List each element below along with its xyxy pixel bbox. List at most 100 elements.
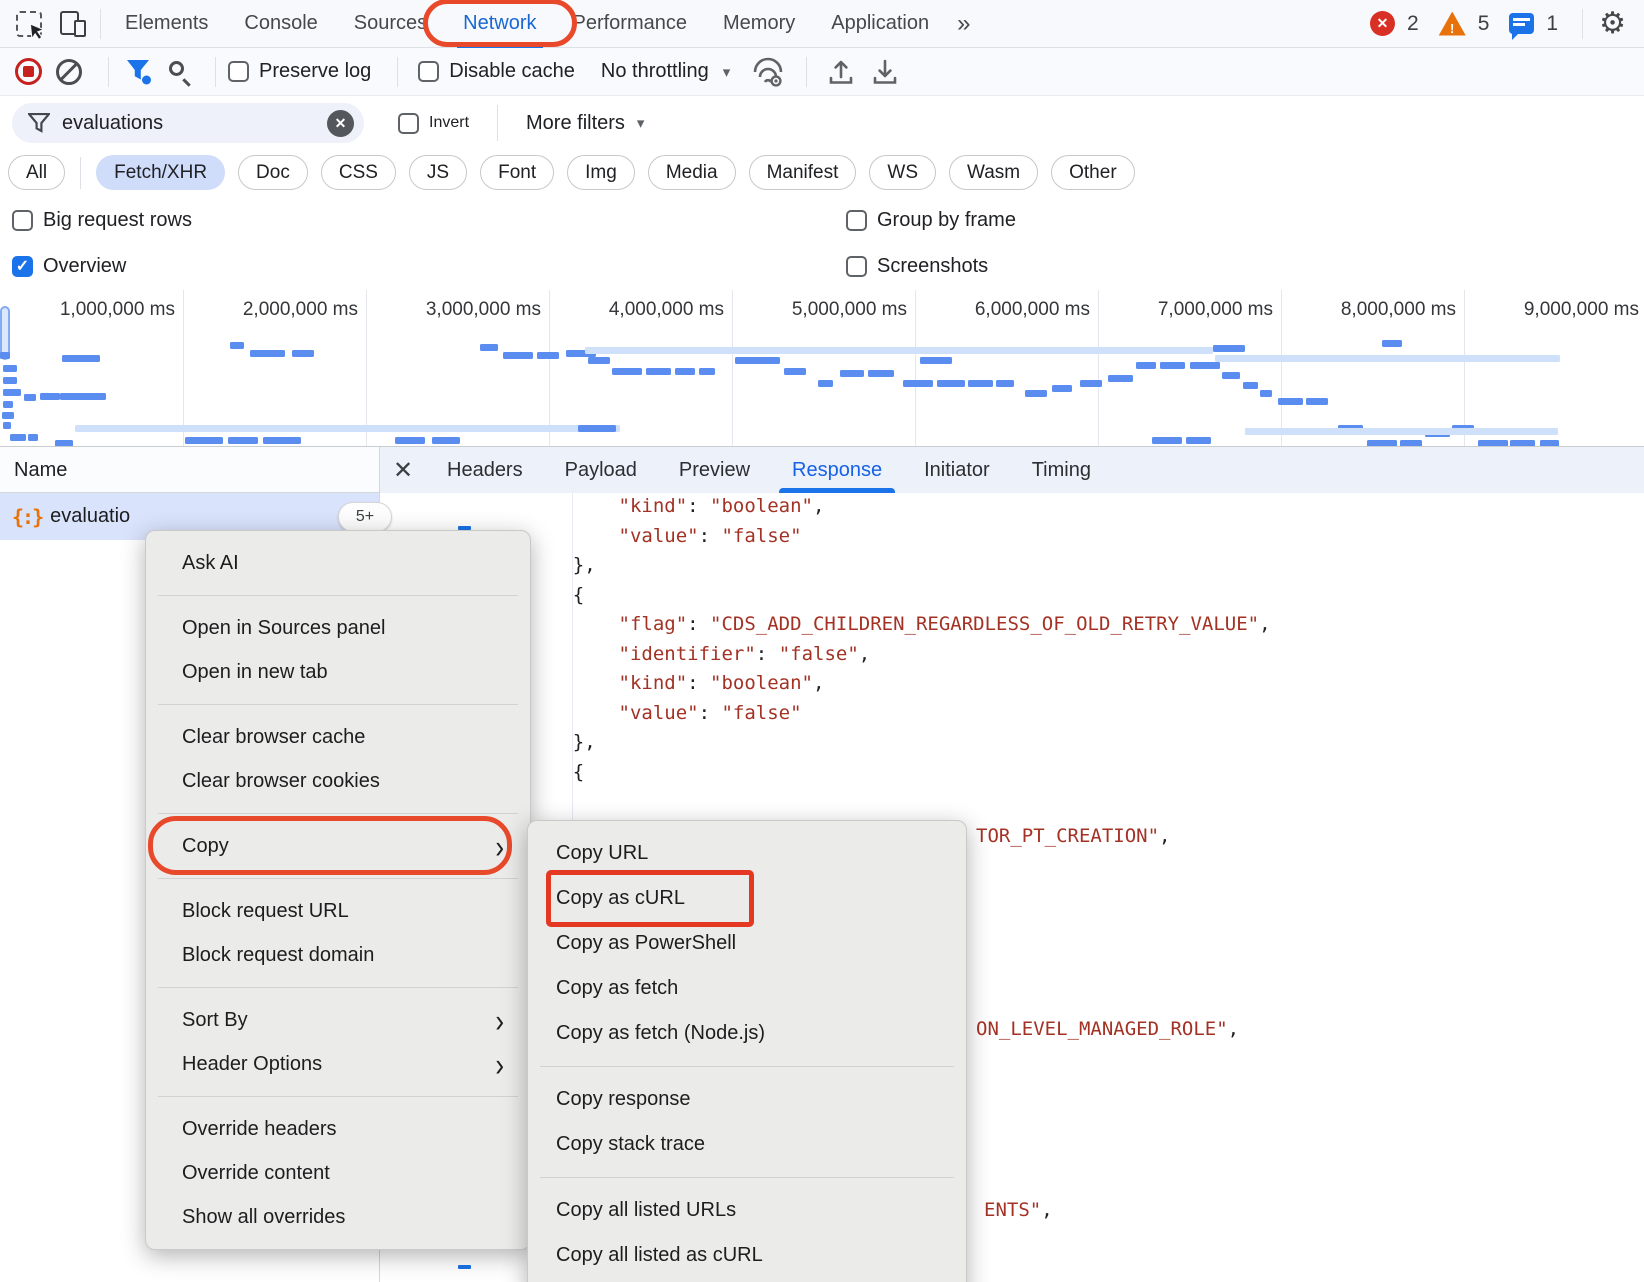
menu-item-block-request-domain[interactable]: Block request domain bbox=[146, 933, 530, 977]
menu-item-sort-by[interactable]: Sort By› bbox=[146, 998, 530, 1042]
menu-item-override-content[interactable]: Override content bbox=[146, 1151, 530, 1195]
waterfall-bar bbox=[3, 422, 11, 429]
name-column-header[interactable]: Name bbox=[14, 447, 67, 493]
clear-filter-icon[interactable]: ✕ bbox=[327, 110, 354, 137]
chip-img[interactable]: Img bbox=[567, 155, 635, 190]
waterfall-bar bbox=[1186, 437, 1211, 444]
detail-tab-timing[interactable]: Timing bbox=[1011, 447, 1112, 493]
menu-item-ask-ai[interactable]: Ask AI bbox=[146, 541, 530, 585]
chip-all[interactable]: All bbox=[8, 155, 65, 190]
waterfall-bar bbox=[996, 380, 1014, 387]
menu-item-block-request-url[interactable]: Block request URL bbox=[146, 889, 530, 933]
inspect-element-icon[interactable] bbox=[16, 11, 42, 37]
more-filters-button[interactable]: More filters ▾ bbox=[526, 112, 644, 135]
menu-item-copy-all-listed-as-powershell[interactable]: Copy all listed as PowerShell bbox=[528, 1278, 966, 1282]
chip-css[interactable]: CSS bbox=[321, 155, 396, 190]
issues-icon[interactable] bbox=[1509, 13, 1534, 34]
waterfall-bar bbox=[395, 437, 425, 444]
filter-input[interactable]: evaluations ✕ bbox=[12, 103, 364, 143]
tab-memory[interactable]: Memory bbox=[705, 0, 813, 48]
invert-checkbox[interactable] bbox=[398, 113, 419, 134]
menu-item-open-in-new-tab[interactable]: Open in new tab bbox=[146, 650, 530, 694]
menu-item-copy-all-listed-urls[interactable]: Copy all listed URLs bbox=[528, 1188, 966, 1233]
waterfall-bar bbox=[818, 380, 833, 387]
device-toolbar-icon[interactable] bbox=[60, 11, 86, 37]
chip-ws[interactable]: WS bbox=[869, 155, 936, 190]
warning-icon[interactable]: ! bbox=[1439, 12, 1466, 36]
menu-item-copy-as-fetch[interactable]: Copy as fetch bbox=[528, 966, 966, 1011]
disable-cache-checkbox[interactable] bbox=[418, 61, 439, 82]
tab-sources[interactable]: Sources bbox=[336, 0, 445, 48]
menu-item-copy[interactable]: Copy› bbox=[146, 824, 530, 868]
clear-network-log-button[interactable] bbox=[56, 59, 82, 85]
settings-gear-icon[interactable]: ⚙ bbox=[1599, 9, 1626, 39]
detail-tab-payload[interactable]: Payload bbox=[544, 447, 658, 493]
chip-fetchxhr[interactable]: Fetch/XHR bbox=[96, 155, 225, 190]
detail-tab-response[interactable]: Response bbox=[771, 447, 903, 493]
waterfall-bar bbox=[3, 365, 17, 372]
menu-item-clear-browser-cache[interactable]: Clear browser cache bbox=[146, 715, 530, 759]
detail-tab-headers[interactable]: Headers bbox=[426, 447, 544, 493]
import-har-icon[interactable] bbox=[871, 58, 899, 86]
export-har-icon[interactable] bbox=[827, 58, 855, 86]
record-network-log-button[interactable] bbox=[15, 58, 42, 85]
chip-font[interactable]: Font bbox=[480, 155, 554, 190]
waterfall-bar bbox=[1382, 340, 1402, 347]
group-by-frame-label: Group by frame bbox=[877, 209, 1016, 232]
menu-separator bbox=[540, 1177, 954, 1178]
network-overview-timeline[interactable]: 1,000,000 ms2,000,000 ms3,000,000 ms4,00… bbox=[0, 290, 1644, 447]
menu-item-copy-all-listed-as-curl[interactable]: Copy all listed as cURL bbox=[528, 1233, 966, 1278]
chip-js[interactable]: JS bbox=[409, 155, 467, 190]
menu-item-copy-stack-trace[interactable]: Copy stack trace bbox=[528, 1122, 966, 1167]
detail-tab-preview[interactable]: Preview bbox=[658, 447, 771, 493]
filter-icon[interactable] bbox=[125, 59, 153, 85]
network-conditions-icon[interactable] bbox=[750, 57, 786, 87]
menu-item-copy-url[interactable]: Copy URL bbox=[528, 831, 966, 876]
timeline-gridline bbox=[549, 290, 550, 446]
tab-elements[interactable]: Elements bbox=[107, 0, 226, 48]
options-row-1: Big request rows Group by frame bbox=[0, 197, 1644, 243]
more-tabs-icon[interactable]: » bbox=[947, 10, 978, 38]
code-fold-icon[interactable] bbox=[458, 1265, 471, 1269]
search-icon[interactable] bbox=[167, 59, 193, 85]
menu-item-clear-browser-cookies[interactable]: Clear browser cookies bbox=[146, 759, 530, 803]
menu-item-open-in-sources-panel[interactable]: Open in Sources panel bbox=[146, 606, 530, 650]
menu-item-copy-as-curl[interactable]: Copy as cURL bbox=[528, 876, 966, 921]
menu-item-override-headers[interactable]: Override headers bbox=[146, 1107, 530, 1151]
throttling-select[interactable]: No throttling ▾ bbox=[601, 60, 730, 83]
menu-item-label: Block request domain bbox=[182, 944, 374, 967]
tab-performance[interactable]: Performance bbox=[555, 0, 706, 48]
overview-checkbox[interactable]: ✓ bbox=[12, 256, 33, 277]
waterfall-bar bbox=[10, 434, 26, 441]
chip-wasm[interactable]: Wasm bbox=[949, 155, 1038, 190]
waterfall-bar bbox=[250, 350, 285, 357]
menu-item-label: Copy all listed URLs bbox=[556, 1199, 736, 1222]
chip-other[interactable]: Other bbox=[1051, 155, 1135, 190]
response-json-fragment: ON_LEVEL_MANAGED_ROLE", bbox=[976, 1015, 1239, 1045]
timeline-tick-label: 8,000,000 ms bbox=[1341, 299, 1456, 321]
waterfall-bar bbox=[588, 357, 610, 364]
chip-manifest[interactable]: Manifest bbox=[749, 155, 857, 190]
chip-media[interactable]: Media bbox=[648, 155, 736, 190]
tab-console[interactable]: Console bbox=[226, 0, 335, 48]
invert-label: Invert bbox=[429, 114, 469, 132]
big-request-rows-checkbox[interactable] bbox=[12, 210, 33, 231]
response-json-fragment: TOR_PT_CREATION", bbox=[976, 822, 1170, 852]
group-by-frame-checkbox[interactable] bbox=[846, 210, 867, 231]
error-icon[interactable]: ✕ bbox=[1370, 11, 1395, 36]
menu-item-show-all-overrides[interactable]: Show all overrides bbox=[146, 1195, 530, 1239]
waterfall-bar bbox=[1215, 355, 1560, 362]
close-detail-icon[interactable]: ✕ bbox=[380, 456, 426, 485]
timeline-gridline bbox=[1464, 290, 1465, 446]
divider bbox=[215, 57, 216, 87]
chip-doc[interactable]: Doc bbox=[238, 155, 308, 190]
menu-item-copy-as-powershell[interactable]: Copy as PowerShell bbox=[528, 921, 966, 966]
menu-item-header-options[interactable]: Header Options› bbox=[146, 1042, 530, 1086]
screenshots-checkbox[interactable] bbox=[846, 256, 867, 277]
tab-network[interactable]: Network bbox=[445, 0, 554, 48]
tab-application[interactable]: Application bbox=[813, 0, 947, 48]
detail-tab-initiator[interactable]: Initiator bbox=[903, 447, 1011, 493]
preserve-log-checkbox[interactable] bbox=[228, 61, 249, 82]
menu-item-copy-response[interactable]: Copy response bbox=[528, 1077, 966, 1122]
menu-item-copy-as-fetch-node-js-[interactable]: Copy as fetch (Node.js) bbox=[528, 1011, 966, 1056]
